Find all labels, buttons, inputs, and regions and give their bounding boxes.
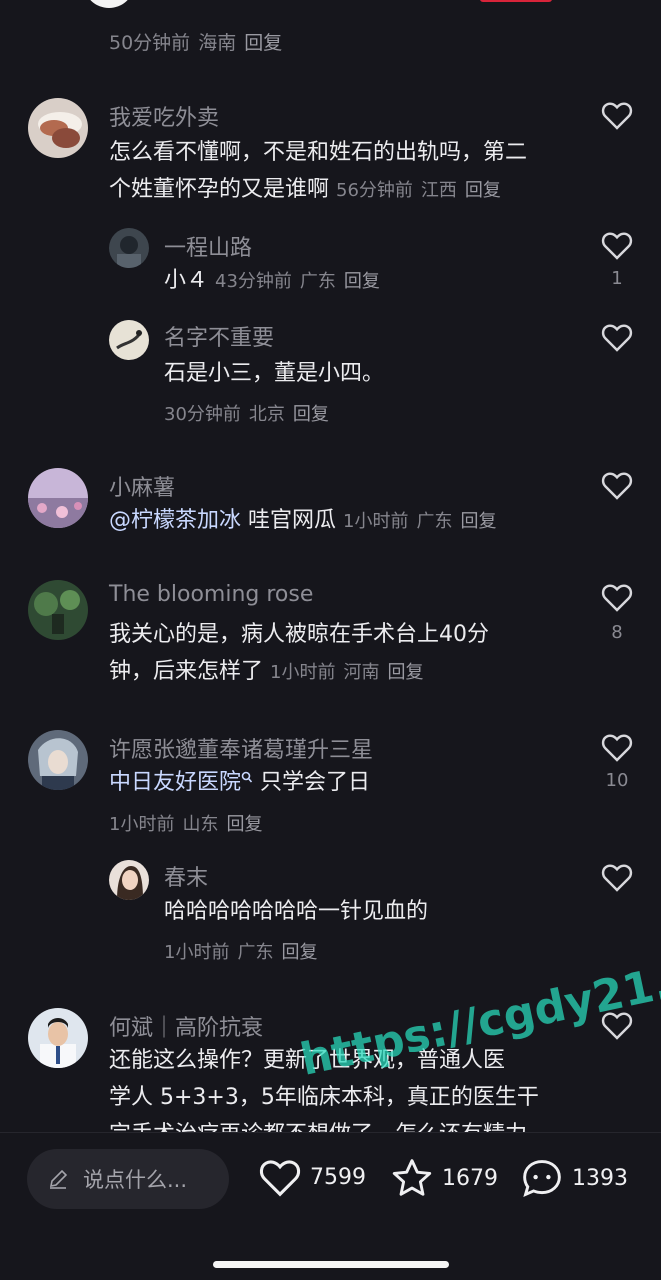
username[interactable]: 名字不重要 xyxy=(164,320,274,352)
reply-link[interactable]: 回复 xyxy=(344,271,380,292)
avatar[interactable] xyxy=(28,468,88,528)
comment-text: 小４ 43分钟前 广东 回复 xyxy=(164,268,380,293)
comment-text: 怎么看不懂啊，不是和姓石的出轨吗，第二 个姓董怀孕的又是谁啊 56分钟前 江西 回复 xyxy=(109,140,528,202)
pencil-icon xyxy=(49,1169,68,1189)
username[interactable]: The blooming rose xyxy=(109,582,313,607)
comment-item: 我爱吃外卖 怎么看不懂啊，不是和姓石的出轨吗，第二 个姓董怀孕的又是谁啊 56分… xyxy=(0,96,661,216)
username[interactable]: 何斌｜高阶抗衰 xyxy=(109,1010,263,1042)
reply-link[interactable]: 回复 xyxy=(293,404,329,425)
reply-link[interactable]: 回复 xyxy=(281,942,317,963)
search-link[interactable]: 中日友好医院 xyxy=(109,770,241,795)
heart-icon xyxy=(259,1160,301,1197)
follow-button-cutoff[interactable] xyxy=(480,0,552,2)
comment-meta: 30分钟前 北京 回复 xyxy=(164,404,329,425)
avatar[interactable] xyxy=(109,228,149,268)
comment-count: 1393 xyxy=(572,1165,628,1191)
heart-icon[interactable] xyxy=(600,1010,634,1040)
avatar[interactable] xyxy=(28,98,88,158)
comment-text: 石是小三，董是小四。 xyxy=(164,361,385,386)
reply-link[interactable]: 回复 xyxy=(460,511,496,532)
favorite-button[interactable]: 1679 xyxy=(390,1157,498,1199)
username[interactable]: 一程山路 xyxy=(164,230,252,262)
comment-item: 何斌｜高阶抗衰 还能这么操作？更新了世界观，普通人医 学人 5+3+3，5年临床… xyxy=(0,1006,661,1132)
comment-item: 小麻薯 @柠檬茶加冰 哇官网瓜 1小时前 广东 回复 xyxy=(0,466,661,546)
avatar-cutoff[interactable] xyxy=(84,0,134,8)
reply-link[interactable]: 回复 xyxy=(244,32,282,54)
heart-icon[interactable] xyxy=(600,470,634,500)
comment-text: 我关心的是，病人被晾在手术台上40分 钟，后来怎样了 1小时前 河南 回复 xyxy=(109,622,489,684)
comment-text: 哈哈哈哈哈哈哈一针见血的 xyxy=(164,899,429,924)
comment-button[interactable]: 1393 xyxy=(520,1157,628,1199)
home-indicator[interactable] xyxy=(213,1261,449,1268)
avatar[interactable] xyxy=(28,730,88,790)
reply-item: 一程山路 小４ 43分钟前 广东 回复 1 xyxy=(0,226,661,306)
username[interactable]: 我爱吃外卖 xyxy=(109,100,219,132)
search-icon[interactable] xyxy=(241,771,253,785)
heart-icon[interactable] xyxy=(600,100,634,130)
comment-item: 许愿张邈董奉诸葛瑾升三星 中日友好医院 只学会了日 1小时前 山东 回复 10 xyxy=(0,728,661,838)
reply-link[interactable]: 回复 xyxy=(226,814,262,835)
like-button[interactable]: 7599 xyxy=(258,1157,366,1197)
comment-text: 中日友好医院 只学会了日 xyxy=(109,770,371,795)
reply-link[interactable]: 回复 xyxy=(387,662,423,683)
bottom-action-bar: 说点什么... 7599 1679 1393 xyxy=(0,1132,661,1280)
like-count: 10 xyxy=(605,770,629,791)
reply-item: 名字不重要 石是小三，董是小四。 30分钟前 北京 回复 xyxy=(0,318,661,428)
mention-link[interactable]: @柠檬茶加冰 xyxy=(109,508,241,533)
comment-meta: 1小时前 山东 回复 xyxy=(109,814,263,835)
star-icon xyxy=(392,1159,432,1196)
comment-text: 还能这么操作？更新了世界观，普通人医 学人 5+3+3，5年临床本科，真正的医生… xyxy=(109,1048,539,1132)
heart-icon[interactable] xyxy=(600,322,634,352)
like-count: 8 xyxy=(611,622,623,643)
input-placeholder: 说点什么... xyxy=(83,1168,188,1192)
username[interactable]: 春末 xyxy=(164,860,208,892)
reply-link[interactable]: 回复 xyxy=(465,180,501,201)
username[interactable]: 许愿张邈董奉诸葛瑾升三星 xyxy=(109,732,373,764)
favorite-count: 1679 xyxy=(442,1165,498,1191)
comment-meta: 1小时前 广东 回复 xyxy=(164,942,318,963)
comment-item: The blooming rose 我关心的是，病人被晾在手术台上40分 钟，后… xyxy=(0,578,661,688)
username[interactable]: 小麻薯 xyxy=(109,470,175,502)
avatar[interactable] xyxy=(28,1008,88,1068)
heart-icon[interactable] xyxy=(600,732,634,762)
like-count: 7599 xyxy=(310,1164,366,1190)
avatar[interactable] xyxy=(28,580,88,640)
heart-icon[interactable] xyxy=(600,862,634,892)
comment-bubble-icon xyxy=(523,1160,561,1197)
heart-icon[interactable] xyxy=(600,230,634,260)
comment-meta: 50分钟前 海南 回复 xyxy=(109,32,283,54)
avatar[interactable] xyxy=(109,320,149,360)
like-count: 1 xyxy=(611,268,623,289)
comment-text: @柠檬茶加冰 哇官网瓜 1小时前 广东 回复 xyxy=(109,508,497,533)
heart-icon[interactable] xyxy=(600,582,634,612)
reply-item: 春末 哈哈哈哈哈哈哈一针见血的 1小时前 广东 回复 xyxy=(0,858,661,968)
comment-input[interactable]: 说点什么... xyxy=(27,1149,229,1209)
avatar[interactable] xyxy=(109,860,149,900)
